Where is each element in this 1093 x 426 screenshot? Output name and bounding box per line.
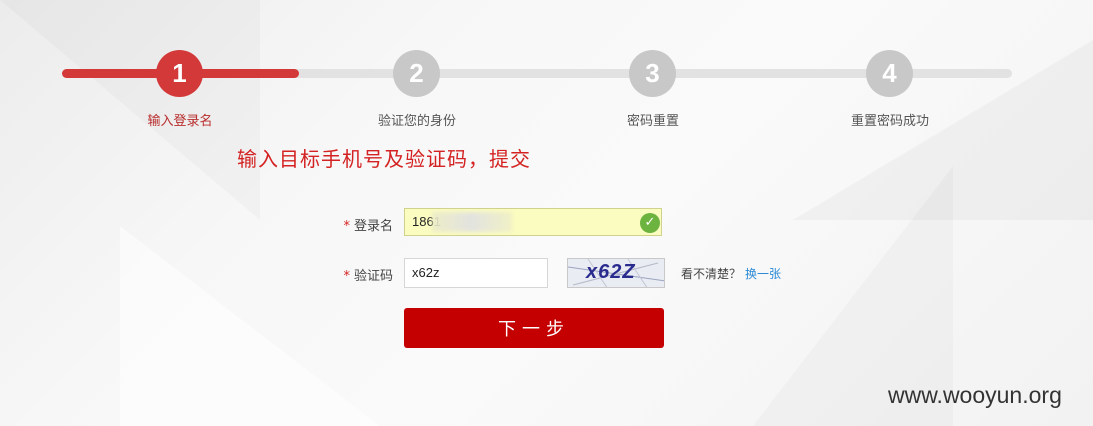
username-label: * 登录名 <box>273 215 393 234</box>
captcha-image[interactable]: x62Z <box>567 258 665 288</box>
step-3-label: 密码重置 <box>626 114 679 129</box>
step-4-label: 重置密码成功 <box>850 114 929 129</box>
watermark: www.wooyun.org <box>888 382 1062 408</box>
step-3-circle: 3 <box>629 50 676 97</box>
username-label-text: 登录名 <box>353 219 393 234</box>
annotation-text: 输入目标手机号及验证码，提交 <box>237 147 531 171</box>
required-mark: * <box>343 219 350 234</box>
step-1-label: 输入登录名 <box>147 114 213 129</box>
check-icon: ✓ <box>640 213 660 233</box>
step-2-circle: 2 <box>393 50 440 97</box>
next-step-button[interactable]: 下一步 <box>404 308 664 348</box>
required-mark: * <box>343 269 350 284</box>
captcha-label: * 验证码 <box>273 265 393 284</box>
redaction-blur <box>432 212 512 232</box>
background-shape <box>120 226 380 426</box>
change-captcha-link[interactable]: 换一张 <box>745 265 781 282</box>
captcha-label-text: 验证码 <box>353 269 393 284</box>
step-1-circle: 1 <box>156 50 203 97</box>
unclear-text: 看不清楚？ <box>681 267 742 281</box>
step-4-circle: 4 <box>866 50 913 97</box>
captcha-input[interactable]: x62z <box>404 258 548 288</box>
step-2-label: 验证您的身份 <box>377 114 456 129</box>
captcha-text: x62Z <box>586 261 636 283</box>
